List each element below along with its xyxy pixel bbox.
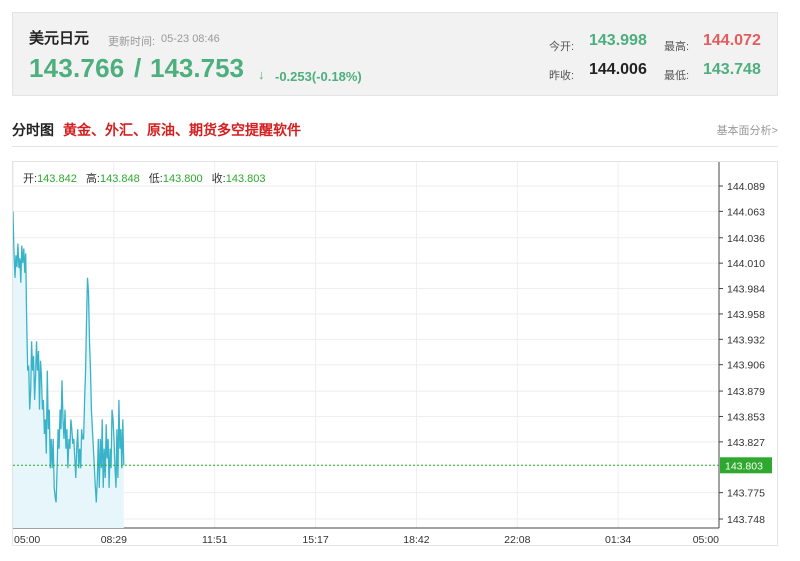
- prev-close-value: 144.006: [589, 61, 647, 78]
- y-tick-label: 143.932: [727, 334, 765, 346]
- y-tick-label: 144.063: [727, 206, 765, 218]
- chart-canvas: 144.089 144.063 144.036 144.010 143.984 143.9…: [13, 162, 772, 546]
- info-open-value: 143.842: [37, 173, 77, 185]
- ohlc-info-bar: 开:143.842 高:143.848 低:143.800 收:143.803: [23, 170, 266, 186]
- low-value: 143.748: [703, 61, 761, 78]
- update-time: 05-23 08:46: [161, 33, 220, 45]
- open-value: 143.998: [589, 32, 647, 49]
- y-tick-label: 144.010: [727, 258, 765, 270]
- y-tick-label: 143.958: [727, 309, 765, 321]
- info-high-value: 143.848: [99, 173, 140, 185]
- low-label: 最低:: [664, 70, 690, 82]
- bid-price: 143.766: [29, 53, 125, 83]
- price-change: -0.253(-0.18%): [275, 69, 362, 84]
- y-tick-label: 143.827: [727, 437, 765, 449]
- x-tick-label: 01:34: [605, 534, 631, 546]
- open-label: 今开:: [549, 41, 575, 53]
- info-close-value: 143.803: [225, 173, 266, 185]
- x-tick-label: 11:51: [202, 534, 228, 546]
- x-tick-label: 08:29: [101, 534, 127, 546]
- down-arrow-icon: ↓: [258, 67, 265, 82]
- y-tick-label: 143.879: [727, 386, 765, 398]
- info-close-label: 收:: [211, 173, 226, 185]
- y-tick-label: 143.853: [727, 411, 765, 423]
- x-tick-label: 05:00: [14, 534, 40, 546]
- y-tick-label: 143.748: [727, 514, 765, 526]
- section-header: 分时图 黄金、外汇、原油、期货多空提醒软件 基本面分析>: [12, 116, 778, 147]
- high-label: 最高:: [664, 41, 690, 53]
- x-tick-label: 22:08: [504, 534, 530, 546]
- fundamental-analysis-link[interactable]: 基本面分析>: [717, 122, 778, 138]
- info-open-label: 开:: [23, 173, 38, 185]
- y-tick-label: 143.984: [727, 284, 765, 296]
- price-area: [13, 211, 124, 528]
- intraday-chart[interactable]: 144.089 144.063 144.036 144.010 143.984 143.9…: [12, 161, 778, 546]
- x-tick-label: 05:00: [693, 534, 719, 546]
- x-tick-label: 18:42: [403, 534, 429, 546]
- quote-panel: 美元日元 更新时间: 05-23 08:46 143.766 / 143.753…: [12, 12, 778, 96]
- update-time-label: 更新时间:: [108, 36, 156, 48]
- high-value: 144.072: [703, 32, 761, 49]
- alert-software-ad-link[interactable]: 黄金、外汇、原油、期货多空提醒软件: [63, 120, 301, 140]
- info-low-value: 143.800: [162, 173, 203, 185]
- y-tick-label: 143.775: [727, 488, 765, 500]
- info-low-label: 低:: [148, 173, 163, 185]
- last-price-label: 143.803: [725, 460, 763, 472]
- instrument-name: 美元日元: [29, 30, 90, 47]
- section-title: 分时图: [12, 122, 54, 138]
- y-tick-label: 143.906: [727, 360, 765, 372]
- y-tick-label: 144.036: [727, 233, 765, 245]
- info-high-label: 高:: [85, 173, 100, 185]
- y-tick-label: 144.089: [727, 181, 765, 193]
- price-separator: /: [134, 53, 142, 83]
- ask-price: 143.753: [150, 53, 244, 83]
- prev-close-label: 昨收:: [549, 70, 575, 82]
- x-tick-label: 15:17: [302, 534, 328, 546]
